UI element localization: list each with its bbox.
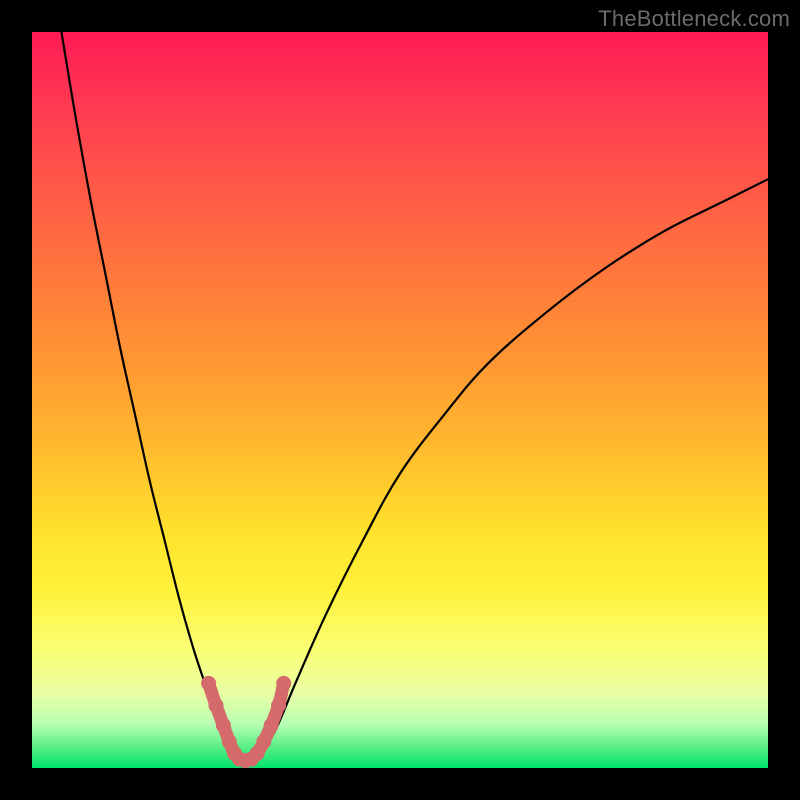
chart-frame: TheBottleneck.com (0, 0, 800, 800)
watermark-text: TheBottleneck.com (598, 6, 790, 32)
curve-left-branch (61, 32, 234, 761)
curve-layer (32, 32, 768, 768)
plot-area (32, 32, 768, 768)
v-marker-series (201, 676, 291, 768)
curve-right-branch (256, 179, 768, 760)
